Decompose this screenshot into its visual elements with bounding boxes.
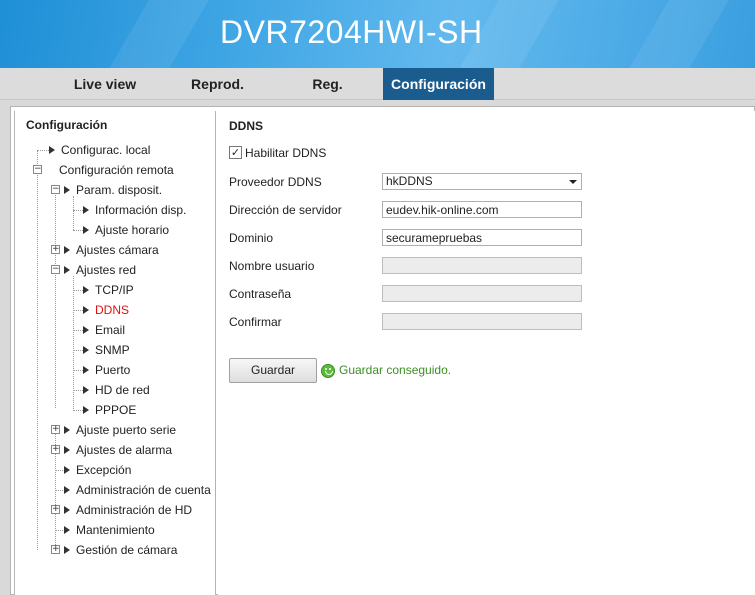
tree-item-network-hd[interactable]: HD de red [83, 381, 150, 399]
provider-label: Proveedor DDNS [229, 175, 322, 189]
panel-title: DDNS [229, 119, 264, 133]
tab-live-view[interactable]: Live view [60, 68, 150, 100]
tree-connector [73, 290, 83, 291]
username-label: Nombre usuario [229, 259, 315, 273]
expand-icon[interactable]: + [51, 445, 60, 454]
chevron-down-icon [569, 180, 577, 184]
save-button[interactable]: Guardar [229, 358, 317, 383]
domain-input[interactable] [382, 229, 582, 246]
tree-connector [37, 150, 38, 550]
tree-connector [73, 210, 83, 211]
tree-item-remote-config[interactable]: Configuración remota [59, 161, 174, 179]
arrow-right-icon [83, 346, 89, 354]
tree-item-local-config[interactable]: Configurac. local [49, 141, 150, 159]
tab-log[interactable]: Reg. [300, 68, 355, 100]
main-nav: Live view Reprod. Reg. Configuración [0, 68, 755, 100]
tree-item-maintenance[interactable]: Mantenimiento [64, 521, 155, 539]
expand-icon[interactable]: + [51, 425, 60, 434]
expand-icon[interactable]: + [51, 245, 60, 254]
tree-item-tcpip[interactable]: TCP/IP [83, 281, 134, 299]
tree-item-pppoe[interactable]: PPPOE [83, 401, 136, 419]
tree-connector [73, 350, 83, 351]
tree-item-email[interactable]: Email [83, 321, 125, 339]
confirm-label: Confirmar [229, 315, 282, 329]
arrow-right-icon [83, 366, 89, 374]
arrow-right-icon [64, 546, 70, 554]
tree-title: Configuración [26, 118, 108, 132]
enable-ddns-label: Habilitar DDNS [245, 146, 327, 160]
tree-item-time-settings[interactable]: Ajuste horario [83, 221, 169, 239]
arrow-right-icon [64, 486, 70, 494]
tree-item-account-admin[interactable]: Administración de cuenta [64, 481, 211, 499]
domain-label: Dominio [229, 231, 274, 245]
header-decoration [79, 0, 221, 68]
arrow-right-icon [83, 326, 89, 334]
tree-connector [73, 410, 83, 411]
confirm-password-input[interactable] [382, 313, 582, 330]
tree-connector [73, 370, 83, 371]
tree-item-exception[interactable]: Excepción [64, 461, 131, 479]
arrow-right-icon [83, 306, 89, 314]
ddns-panel: DDNS ✓ Habilitar DDNS Proveedor DDNS hkD… [218, 111, 755, 595]
tree-connector [55, 186, 56, 408]
arrow-right-icon [64, 266, 70, 274]
app-header: DVR7204HWI-SH [0, 0, 755, 68]
tree-item-port[interactable]: Puerto [83, 361, 130, 379]
username-input[interactable] [382, 257, 582, 274]
provider-value: hkDDNS [386, 174, 433, 188]
arrow-right-icon [83, 206, 89, 214]
arrow-right-icon [64, 426, 70, 434]
enable-ddns-checkbox[interactable]: ✓ [229, 146, 242, 159]
tree-item-network-settings[interactable]: Ajustes red [64, 261, 136, 279]
collapse-icon[interactable]: − [51, 185, 60, 194]
tree-item-alarm-settings[interactable]: Ajustes de alarma [64, 441, 172, 459]
arrow-right-icon [64, 466, 70, 474]
tree-item-device-info[interactable]: Información disp. [83, 201, 186, 219]
arrow-right-icon [83, 286, 89, 294]
tree-connector [73, 230, 83, 231]
expand-icon[interactable]: + [51, 505, 60, 514]
tree-connector [37, 150, 49, 151]
collapse-icon[interactable]: − [51, 265, 60, 274]
collapse-icon[interactable]: − [33, 165, 42, 174]
tree-item-device-params[interactable]: Param. disposit. [64, 181, 162, 199]
arrow-right-icon [64, 506, 70, 514]
tree-item-camera-management[interactable]: Gestión de cámara [64, 541, 177, 559]
arrow-right-icon [49, 146, 55, 154]
tree-item-serial-port[interactable]: Ajuste puerto serie [64, 421, 176, 439]
tree-item-snmp[interactable]: SNMP [83, 341, 130, 359]
tree-item-hd-admin[interactable]: Administración de HD [64, 501, 192, 519]
arrow-right-icon [83, 406, 89, 414]
expand-icon[interactable]: + [51, 545, 60, 554]
arrow-right-icon [64, 186, 70, 194]
smiley-success-icon [321, 364, 335, 378]
arrow-right-icon [83, 386, 89, 394]
tree-item-ddns[interactable]: DDNS [83, 301, 129, 319]
save-status-message: Guardar conseguido. [339, 363, 452, 377]
password-input[interactable] [382, 285, 582, 302]
device-title: DVR7204HWI-SH [220, 14, 483, 50]
config-tree: Configuración − − + − + + + + Configurac… [14, 111, 216, 595]
tree-connector [73, 196, 74, 230]
header-decoration [599, 0, 741, 68]
tab-playback[interactable]: Reprod. [175, 68, 260, 100]
arrow-right-icon [64, 526, 70, 534]
tree-connector [73, 310, 83, 311]
arrow-right-icon [83, 226, 89, 234]
provider-select[interactable]: hkDDNS [382, 173, 582, 190]
tree-connector [73, 390, 83, 391]
tree-item-camera-settings[interactable]: Ajustes cámara [64, 241, 159, 259]
server-address-input[interactable] [382, 201, 582, 218]
password-label: Contraseña [229, 287, 292, 301]
tree-connector [73, 330, 83, 331]
arrow-right-icon [64, 246, 70, 254]
arrow-right-icon [64, 446, 70, 454]
server-label: Dirección de servidor [229, 203, 342, 217]
tab-configuration[interactable]: Configuración [383, 68, 494, 100]
